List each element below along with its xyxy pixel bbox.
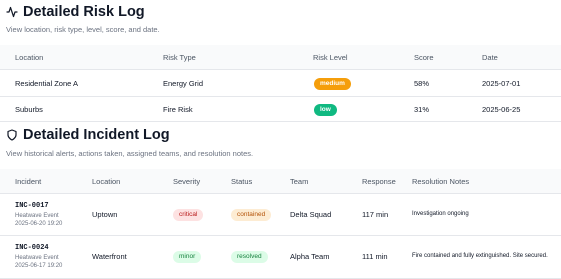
column-header-resolution-notes[interactable]: Resolution Notes <box>412 177 469 186</box>
incident-log-title: Detailed Incident Log <box>23 127 170 143</box>
incident-response: 117 min <box>362 210 389 219</box>
risk-score: 58% <box>414 79 430 88</box>
risk-type: Energy Grid <box>163 79 204 88</box>
status-badge: contained <box>231 209 272 221</box>
risk-location: Residential Zone A <box>15 79 78 88</box>
incident-resolution-note: Fire contained and fully extinguished. S… <box>412 253 548 259</box>
incident-event: Heatwave Event <box>15 255 59 261</box>
incident-log-section: Detailed Incident Log View historical al… <box>0 122 561 279</box>
risk-table-header: Location Risk Type Risk Level Score Date <box>0 45 561 70</box>
column-header-location[interactable]: Location <box>15 53 43 62</box>
incident-log-heading: Detailed Incident Log <box>6 127 170 143</box>
risk-log-heading: Detailed Risk Log <box>6 4 145 20</box>
incident-location: Uptown <box>92 210 118 219</box>
table-row[interactable]: Suburbs Fire Risk low 31% 2025-06-25 <box>0 97 561 122</box>
incident-timestamp: 2025-06-20 19:20 <box>15 221 63 227</box>
risk-level-badge: low <box>314 104 337 116</box>
column-header-score[interactable]: Score <box>414 53 434 62</box>
risk-date: 2025-07-01 <box>482 79 521 88</box>
risk-date: 2025-06-25 <box>482 105 521 114</box>
column-header-risk-type[interactable]: Risk Type <box>163 53 196 62</box>
incident-location: Waterfront <box>92 252 127 261</box>
risk-location: Suburbs <box>15 105 43 114</box>
column-header-status[interactable]: Status <box>231 177 252 186</box>
risk-level-badge: medium <box>314 78 351 90</box>
incident-event: Heatwave Event <box>15 213 59 219</box>
shield-icon <box>6 129 18 141</box>
activity-pulse-icon <box>6 6 18 18</box>
risk-log-section: Detailed Risk Log View location, risk ty… <box>0 0 561 122</box>
incident-team: Alpha Team <box>290 252 330 261</box>
risk-log-title: Detailed Risk Log <box>23 4 145 20</box>
column-header-team[interactable]: Team <box>290 177 308 186</box>
incident-resolution-note: Investigation ongoing <box>412 211 469 217</box>
table-row[interactable]: INC-0024 Heatwave Event 2025-06-17 19:20… <box>0 236 561 279</box>
incident-team: Delta Squad <box>290 210 332 219</box>
risk-score: 31% <box>414 105 430 114</box>
severity-badge: minor <box>173 251 202 263</box>
table-row[interactable]: Residential Zone A Energy Grid medium 58… <box>0 70 561 97</box>
incident-id: INC-0017 <box>15 202 49 210</box>
incident-id: INC-0024 <box>15 244 49 252</box>
table-row[interactable]: INC-0017 Heatwave Event 2025-06-20 19:20… <box>0 194 561 236</box>
status-badge: resolved <box>231 251 268 263</box>
incident-log-description: View historical alerts, actions taken, a… <box>6 149 254 158</box>
column-header-location[interactable]: Location <box>92 177 120 186</box>
incident-table-header: Incident Location Severity Status Team R… <box>0 169 561 194</box>
column-header-severity[interactable]: Severity <box>173 177 200 186</box>
incident-response: 111 min <box>362 252 388 261</box>
risk-log-description: View location, risk type, level, score, … <box>6 25 160 34</box>
risk-type: Fire Risk <box>163 105 193 114</box>
severity-badge: critical <box>173 209 204 221</box>
column-header-response[interactable]: Response <box>362 177 396 186</box>
column-header-risk-level[interactable]: Risk Level <box>313 53 348 62</box>
column-header-incident[interactable]: Incident <box>15 177 41 186</box>
column-header-date[interactable]: Date <box>482 53 498 62</box>
incident-timestamp: 2025-06-17 19:20 <box>15 263 63 269</box>
